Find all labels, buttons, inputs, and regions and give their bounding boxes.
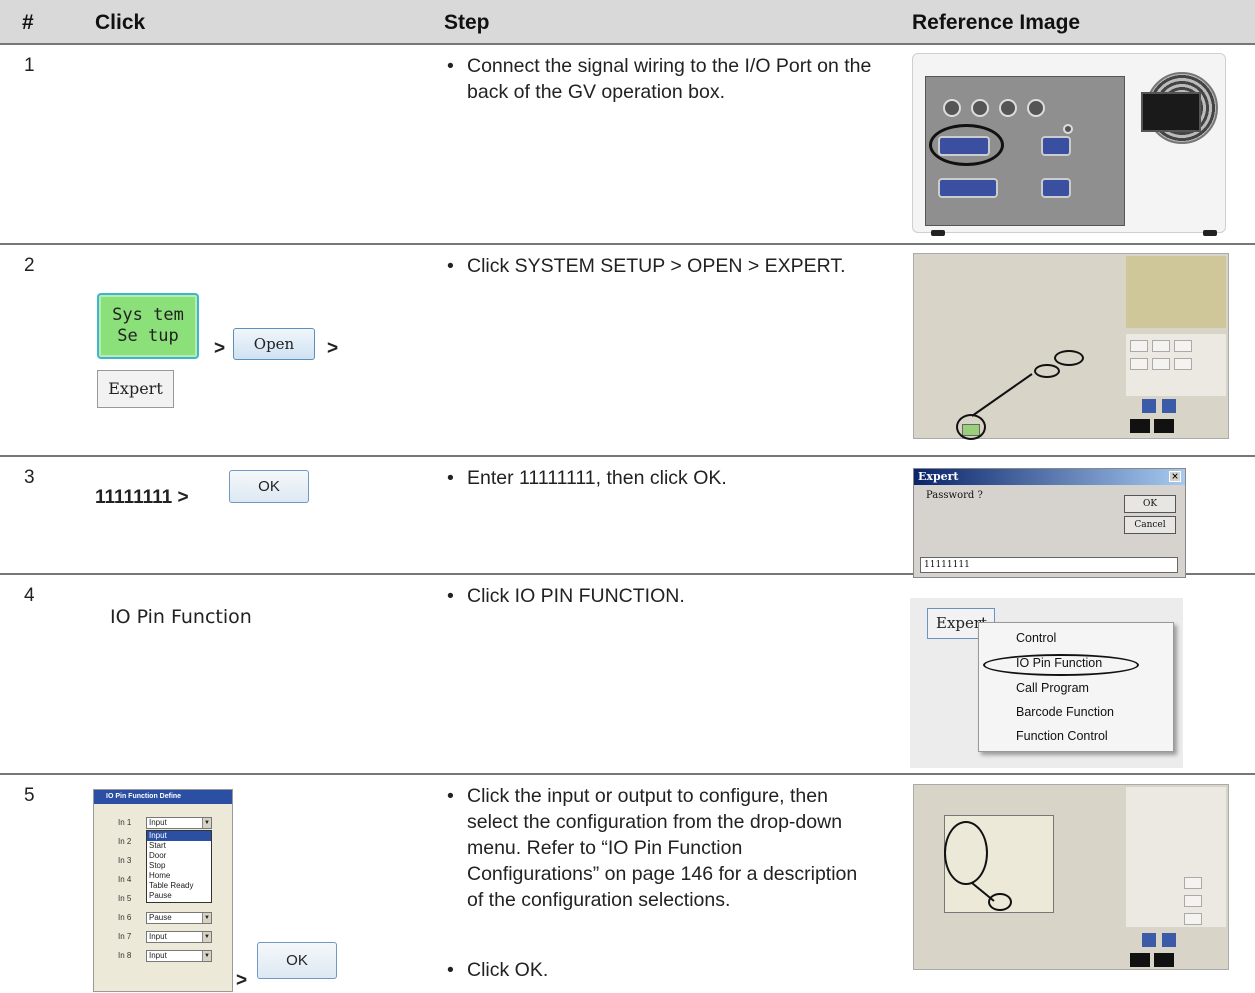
pin-label: In 8: [118, 951, 132, 960]
connector-round: [999, 99, 1017, 117]
chevron-down-icon: ▼: [202, 913, 211, 923]
expert-menu-image: Expert Control IO Pin Function Call Prog…: [910, 598, 1183, 768]
option-home[interactable]: Home: [147, 871, 211, 881]
pointer-arrow: [971, 882, 995, 902]
menu-item-function-control[interactable]: Function Control: [1016, 729, 1108, 743]
table-header: # Click Step Reference Image: [0, 0, 1255, 45]
pointer-arrow: [971, 373, 1033, 417]
separator-gt: >: [236, 970, 248, 991]
menu-item-barcode-function[interactable]: Barcode Function: [1016, 705, 1114, 719]
highlight-circle: [983, 654, 1139, 676]
step-number: 5: [24, 785, 35, 806]
in7-select[interactable]: Input ▼: [146, 931, 212, 943]
connector-round: [971, 99, 989, 117]
header-reference-image: Reference Image: [912, 11, 1081, 34]
chevron-down-icon: ▼: [202, 818, 211, 828]
chevron-down-icon: ▼: [202, 932, 211, 942]
dialog-ok-button[interactable]: OK: [1124, 495, 1176, 513]
foot: [931, 230, 945, 236]
power-inlet: [1141, 92, 1201, 132]
option-input[interactable]: Input: [147, 831, 211, 841]
step-bullet: • Click OK.: [447, 959, 549, 981]
close-icon[interactable]: ×: [1169, 471, 1181, 482]
foot: [1203, 230, 1217, 236]
pin-function-dropdown-list: Input Start Door Stop Home Table Ready P…: [146, 830, 212, 903]
option-pause[interactable]: Pause: [147, 891, 211, 901]
pin-label: In 7: [118, 932, 132, 941]
table-row: 1 • Connect the signal wiring to the I/O …: [0, 45, 1255, 245]
option-stop[interactable]: Stop: [147, 861, 211, 871]
password-input[interactable]: 11111111: [920, 557, 1178, 573]
highlight-circle: [929, 124, 1004, 166]
connector-db: [938, 178, 998, 198]
expert-button[interactable]: Expert: [97, 370, 174, 408]
pin-label: In 2: [118, 837, 132, 846]
menu-item-control[interactable]: Control: [1016, 631, 1056, 645]
pin-label: In 1: [118, 818, 132, 827]
ok-button[interactable]: OK: [229, 470, 309, 503]
dialog-title: Expert: [918, 470, 959, 483]
header-click: Click: [95, 11, 146, 34]
chevron-down-icon: ▼: [202, 951, 211, 961]
step-bullet: • Click the input or output to configure,…: [447, 785, 858, 911]
step-number: 3: [24, 467, 35, 488]
step-bullet: • Click IO PIN FUNCTION.: [447, 585, 685, 607]
open-button[interactable]: Open: [233, 328, 315, 360]
step-bullet: • Enter 11111111, then click OK.: [447, 467, 727, 489]
dialog-title: IO Pin Function Define: [94, 790, 232, 804]
header-num: #: [22, 11, 34, 34]
connector-round: [1027, 99, 1045, 117]
power-switch-knob: [943, 99, 961, 117]
ok-button[interactable]: OK: [257, 942, 337, 979]
step-number: 2: [24, 255, 35, 276]
pin-label: In 4: [118, 875, 132, 884]
pin-label: In 6: [118, 913, 132, 922]
step-number: 1: [24, 55, 35, 76]
io-pin-function-menu-item[interactable]: IO Pin Function: [110, 606, 252, 628]
in8-select[interactable]: Input ▼: [146, 950, 212, 962]
expert-dropdown-menu: Control IO Pin Function Call Program Bar…: [978, 622, 1174, 752]
table-row: 3 11111111 > OK • Enter 11111111, then cl…: [0, 457, 1255, 578]
in1-select[interactable]: Input ▼: [146, 817, 212, 829]
gv-operation-box-image: [912, 53, 1226, 236]
option-start[interactable]: Start: [147, 841, 211, 851]
menu-item-call-program[interactable]: Call Program: [1016, 681, 1089, 695]
dialog-cancel-button[interactable]: Cancel: [1124, 516, 1176, 534]
password-prompt: Password ?: [926, 490, 983, 501]
separator-gt: >: [327, 338, 339, 359]
table-row: 4 IO Pin Function • Click IO PIN FUNCTION…: [0, 575, 1255, 775]
in6-select[interactable]: Pause ▼: [146, 912, 212, 924]
io-pin-function-define-dialog: IO Pin Function Define In 1 In 2 In 3 In…: [93, 789, 233, 992]
option-table-ready[interactable]: Table Ready: [147, 881, 211, 891]
system-setup-button[interactable]: Sys tem Se tup: [97, 293, 199, 359]
system-setup-screenshot: [913, 253, 1229, 440]
pin-label: In 3: [118, 856, 132, 865]
table-row: 5 • Click the input or output to configur…: [0, 775, 1255, 993]
pin-label: In 5: [118, 894, 132, 903]
connector-db: [1041, 136, 1071, 156]
step-bullet: • Connect the signal wiring to the I/O Po…: [447, 55, 872, 103]
password-value: 11111111 >: [95, 487, 189, 508]
option-door[interactable]: Door: [147, 851, 211, 861]
dialog-titlebar: Expert ×: [914, 469, 1185, 485]
header-step: Step: [444, 11, 490, 34]
ground-screw: [1063, 124, 1073, 134]
expert-password-dialog: Expert × Password ? OK Cancel 11111111: [913, 468, 1186, 578]
step-bullet: • Click SYSTEM SETUP > OPEN > EXPERT.: [447, 255, 846, 277]
separator-gt: >: [214, 338, 226, 359]
connector-db: [1041, 178, 1071, 198]
step-number: 4: [24, 585, 35, 606]
table-row: 2 • Click SYSTEM SETUP > OPEN > EXPERT. S…: [0, 245, 1255, 457]
io-pin-config-screenshot: [913, 784, 1229, 970]
